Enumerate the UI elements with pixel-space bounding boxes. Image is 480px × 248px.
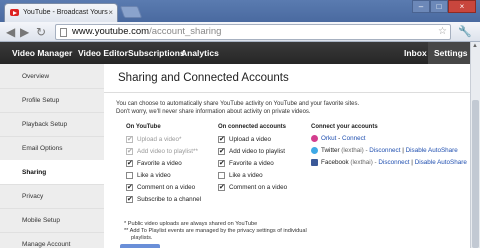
scrollbar-thumb[interactable]: [472, 100, 479, 248]
ca-upload-label: Upload a video: [229, 136, 272, 143]
yt-comment-label: Comment on a video: [137, 184, 196, 191]
nav-settings[interactable]: Settings: [428, 42, 474, 64]
back-icon[interactable]: ◀: [6, 25, 15, 39]
yt-comment-checkbox[interactable]: [126, 183, 133, 192]
nav-inbox[interactable]: Inbox: [404, 42, 427, 64]
reload-icon[interactable]: ↻: [36, 25, 46, 39]
sidebar-item-profile-setup[interactable]: Profile Setup: [0, 88, 104, 113]
page-title: Sharing and Connected Accounts: [118, 72, 289, 84]
wrench-menu-icon[interactable]: 🔧: [458, 25, 472, 39]
save-button[interactable]: [120, 244, 160, 248]
twitter-disconnect-link[interactable]: Disconnect: [369, 147, 400, 154]
yt-subscribe-checkbox[interactable]: [126, 195, 133, 204]
page-scrollbar[interactable]: ▲: [470, 42, 480, 248]
intro-line-1: You can choose to automatically share Yo…: [116, 101, 360, 107]
facebook-icon: [311, 159, 318, 166]
youtube-favicon-icon: [10, 9, 19, 16]
ca-favorite-label: Favorite a video: [229, 160, 274, 167]
tab-close-icon[interactable]: ×: [108, 4, 113, 21]
facebook-username: (lexthai) -: [348, 159, 379, 166]
facebook-disable-autoshare-link[interactable]: Disable AutoShare: [415, 159, 467, 166]
yt-playlist-checkbox: [126, 147, 133, 156]
maximize-button[interactable]: □: [430, 0, 448, 13]
orkut-connect-link[interactable]: Connect: [342, 135, 365, 142]
window-controls: – □ ×: [412, 0, 476, 14]
twitter-icon: [311, 147, 318, 154]
nav-video-editor[interactable]: Video Editor: [78, 42, 128, 64]
footnote-3: playlists.: [131, 235, 153, 241]
sidebar-item-overview[interactable]: Overview: [0, 64, 104, 89]
ca-comment-checkbox[interactable]: [218, 183, 225, 192]
sidebar-item-privacy[interactable]: Privacy: [0, 184, 104, 209]
sidebar-item-email-options[interactable]: Email Options: [0, 136, 104, 161]
yt-like-label: Like a video: [137, 172, 171, 179]
yt-subscribe-label: Subscribe to a channel: [137, 196, 202, 203]
footnote-2: ** Add To Playlist events are managed by…: [124, 228, 307, 234]
yt-like-checkbox[interactable]: [126, 172, 133, 179]
orkut-name: Orkut: [321, 135, 337, 142]
intro-line-2: Don't worry, we'll never share informati…: [116, 109, 311, 115]
forward-icon[interactable]: ▶: [20, 25, 29, 39]
orkut-icon: [311, 135, 318, 142]
title-divider: [104, 92, 470, 93]
twitter-name: Twitter: [321, 147, 340, 154]
browser-toolbar: ◀ ▶ ↻ www.youtube.com/account_sharing ☆ …: [0, 22, 480, 42]
sharing-panel: Sharing and Connected Accounts You can c…: [104, 64, 470, 248]
ca-playlist-label: Add video to playlist: [229, 148, 286, 155]
sidebar-item-mobile-setup[interactable]: Mobile Setup: [0, 208, 104, 233]
browser-tabstrip: YouTube - Broadcast Yours × – □ ×: [0, 0, 480, 22]
nav-video-manager[interactable]: Video Manager: [12, 42, 72, 64]
intro-text: You can choose to automatically share Yo…: [116, 100, 456, 116]
url-path: /account_sharing: [149, 26, 222, 37]
nav-analytics[interactable]: Analytics: [181, 42, 219, 64]
facebook-disconnect-link[interactable]: Disconnect: [378, 159, 409, 166]
bookmark-star-icon[interactable]: ☆: [438, 25, 447, 39]
twitter-disable-autoshare-link[interactable]: Disable AutoShare: [406, 147, 458, 154]
footnote-1: * Public video uploads are always shared…: [124, 221, 258, 227]
sidebar-item-playback-setup[interactable]: Playback Setup: [0, 112, 104, 137]
minimize-button[interactable]: –: [412, 0, 430, 13]
tab-title: YouTube - Broadcast Yours: [23, 9, 108, 16]
browser-tab[interactable]: YouTube - Broadcast Yours ×: [4, 3, 118, 22]
yt-upload-checkbox: [126, 135, 133, 144]
yt-favorite-checkbox[interactable]: [126, 159, 133, 168]
address-bar[interactable]: www.youtube.com/account_sharing ☆: [55, 24, 451, 40]
nav-subscriptions[interactable]: Subscriptions: [128, 42, 185, 64]
ca-playlist-checkbox[interactable]: [218, 147, 225, 156]
ca-favorite-checkbox[interactable]: [218, 159, 225, 168]
page-icon: [60, 28, 67, 37]
ca-comment-label: Comment on a video: [229, 184, 288, 191]
yt-upload-label: Upload a video*: [137, 136, 182, 143]
ca-like-label: Like a video: [229, 172, 263, 179]
yt-playlist-label: Add video to playlist**: [137, 148, 198, 155]
facebook-name: Facebook: [321, 159, 349, 166]
ca-upload-checkbox[interactable]: [218, 135, 225, 144]
yt-favorite-label: Favorite a video: [137, 160, 182, 167]
youtube-account-nav: Video Manager Video Editor Subscriptions…: [0, 42, 474, 64]
twitter-username: (lexthai) -: [339, 147, 370, 154]
url-host: www.youtube.com: [72, 26, 150, 37]
scroll-up-icon[interactable]: ▲: [472, 43, 478, 49]
ca-like-checkbox[interactable]: [218, 172, 225, 179]
close-window-button[interactable]: ×: [448, 0, 476, 13]
connected-accounts-heading: On connected accounts: [218, 124, 287, 130]
connect-accounts-heading: Connect your accounts: [311, 124, 378, 130]
new-tab-button[interactable]: [119, 6, 143, 18]
footnotes: * Public video uploads are always shared…: [124, 221, 354, 242]
sidebar-item-manage-account[interactable]: Manage Account: [0, 232, 104, 248]
sidebar-item-sharing[interactable]: Sharing: [0, 160, 104, 185]
on-youtube-heading: On YouTube: [126, 124, 161, 130]
settings-sidebar: Overview Profile Setup Playback Setup Em…: [0, 64, 104, 248]
